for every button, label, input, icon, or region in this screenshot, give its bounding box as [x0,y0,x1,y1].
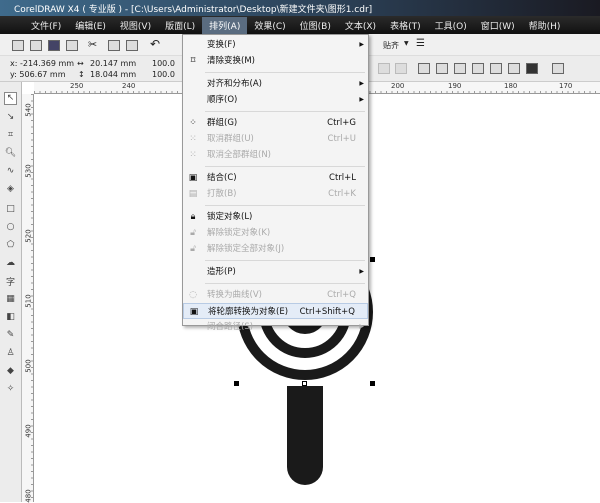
clear-transform-icon: ⌑ [190,56,196,66]
menu-item[interactable]: ⁙ 取消全部群组(N) [183,147,368,163]
menu-item-label: 取消全部群组(N) [207,150,271,160]
menu-item-label: 群组(G) [207,118,238,128]
menu-item-shortcut: Ctrl+U [327,134,356,144]
menu-item[interactable]: 闭合路径(S) ▶ [183,319,368,335]
menu-item[interactable]: 造形(P) ▶ [183,264,368,280]
menu-item[interactable]: 🔓︎ 解除锁定对象(K) [183,225,368,241]
menu-item[interactable]: 变换(F) ▶ [183,37,368,53]
menu-item-label: 取消群组(U) [207,134,254,144]
arrange-menu: 变换(F) ▶ ⌑ 清除变换(M) 对齐和分布(A) ▶ 顺序(O) ▶ ⁘ 群组(G) Ctrl+… [182,34,369,332]
menu-item-label: 造形(P) [207,267,236,277]
menu-item-label: 解除锁定对象(K) [207,228,271,238]
menu-item[interactable]: ▣ 将轮廓转换为对象(E) Ctrl+Shift+Q [183,303,368,319]
menu-separator [205,166,365,167]
submenu-arrow-icon: ▶ [359,41,364,48]
menu-item[interactable]: 🔒︎ 锁定对象(L) [183,209,368,225]
menu-item-label: 结合(C) [207,173,237,183]
menu-item-shortcut: Ctrl+Q [327,290,356,300]
selection-handle[interactable] [234,381,239,386]
menu-item[interactable]: 顺序(O) ▶ [183,92,368,108]
unlock-all-icon: 🔓︎ [190,244,196,254]
group-icon: ⁘ [189,118,197,128]
submenu-arrow-icon: ▶ [359,96,364,103]
menu-item-shortcut: Ctrl+L [329,173,356,183]
ungroup-all-icon: ⁙ [189,150,197,160]
menu-item[interactable]: ⌑ 清除变换(M) [183,53,368,69]
combine-icon: ▣ [188,173,198,183]
menu-separator [205,72,365,73]
menu-item-shortcut: Ctrl+K [328,189,356,199]
menu-separator [205,283,365,284]
menu-item-label: 将轮廓转换为对象(E) [208,307,289,317]
menu-separator [205,111,365,112]
ungroup-icon: ⁙ [189,134,197,144]
menu-item-label: 对齐和分布(A) [207,79,262,89]
break-apart-icon: ▤ [188,189,198,199]
handle-shape[interactable] [287,386,323,485]
unlock-icon: 🔓︎ [190,228,196,238]
menu-item[interactable]: ⁙ 取消群组(U) Ctrl+U [183,131,368,147]
convert-curves-icon: ◌ [189,290,197,300]
menu-item-label: 打散(B) [207,189,237,199]
menu-item-label: 闭合路径(S) [207,322,254,332]
submenu-arrow-icon: ▶ [359,323,364,330]
menu-item-label: 顺序(O) [207,95,238,105]
menu-item[interactable]: ◌ 转换为曲线(V) Ctrl+Q [183,287,368,303]
menu-item-label: 解除锁定全部对象(J) [207,244,285,254]
outline-to-object-icon: ▣ [189,307,199,317]
menu-item[interactable]: ⁘ 群组(G) Ctrl+G [183,115,368,131]
menu-item[interactable]: 对齐和分布(A) ▶ [183,76,368,92]
menu-item-label: 清除变换(M) [207,56,255,66]
menu-item-shortcut: Ctrl+G [327,118,356,128]
submenu-arrow-icon: ▶ [359,80,364,87]
menu-item[interactable]: ▤ 打散(B) Ctrl+K [183,186,368,202]
menu-item-shortcut: Ctrl+Shift+Q [299,307,355,317]
submenu-arrow-icon: ▶ [359,268,364,275]
menu-item[interactable]: 🔓︎ 解除锁定全部对象(J) [183,241,368,257]
menu-separator [205,260,365,261]
selection-handle[interactable] [370,257,375,262]
menu-item[interactable]: ▣ 结合(C) Ctrl+L [183,170,368,186]
lock-icon: 🔒︎ [190,212,196,222]
selection-handle[interactable] [302,381,307,386]
menu-item-label: 变换(F) [207,40,236,50]
menu-separator [205,205,365,206]
menu-item-label: 锁定对象(L) [207,212,253,222]
menu-item-label: 转换为曲线(V) [207,290,262,300]
selection-handle[interactable] [370,381,375,386]
